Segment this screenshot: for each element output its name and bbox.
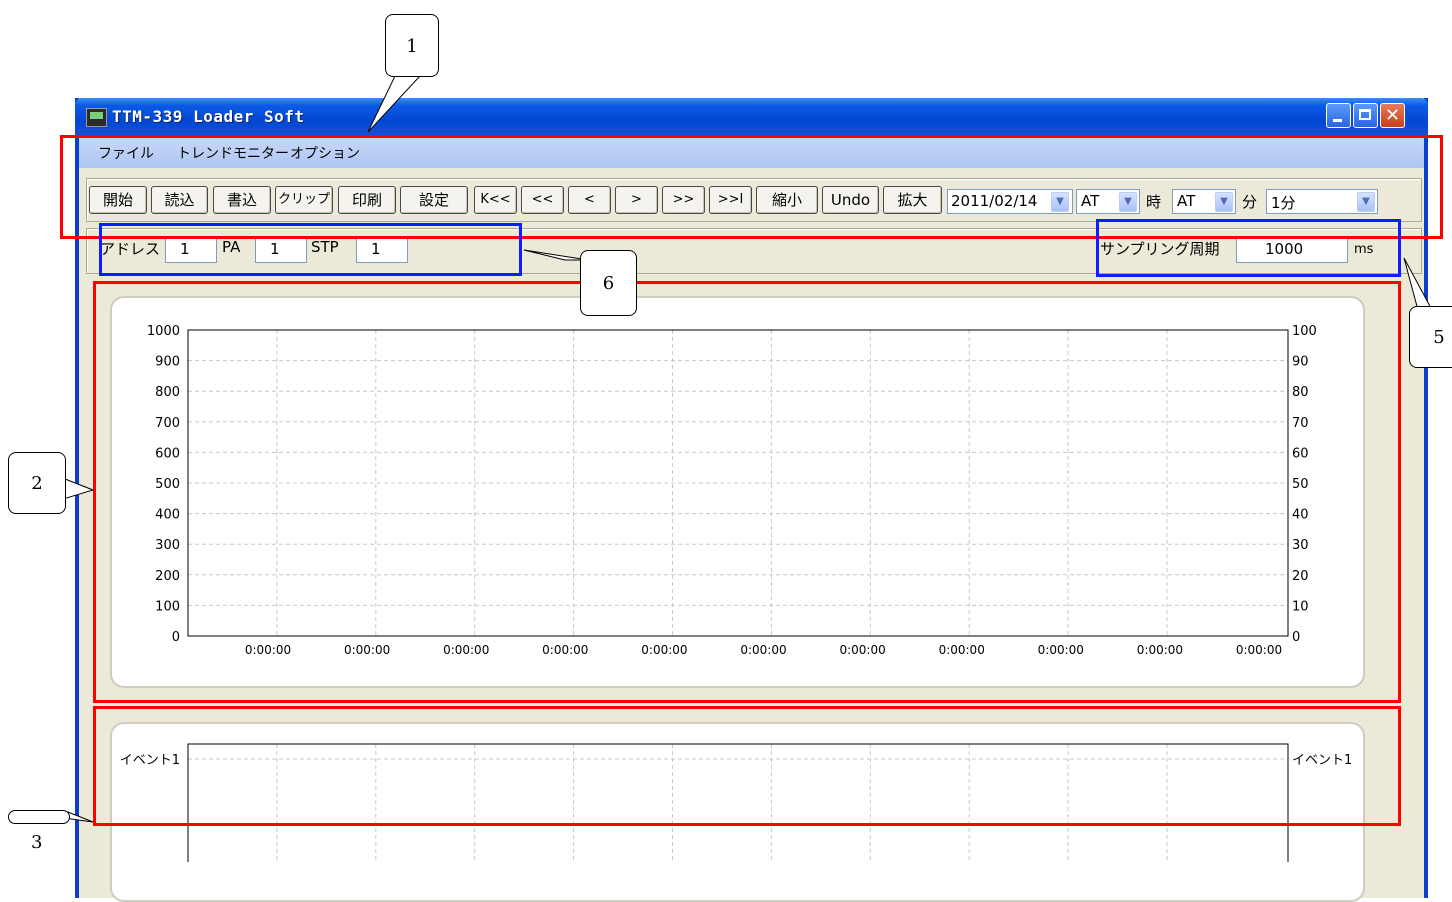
callout-1: 1 bbox=[385, 14, 439, 77]
callout-pointers bbox=[19, 75, 1433, 823]
callout-2: 2 bbox=[8, 452, 66, 514]
callout-3: 3 bbox=[31, 832, 43, 853]
callout-5: 5 bbox=[1409, 306, 1452, 368]
callout-6: 6 bbox=[580, 250, 637, 316]
callout-3-box bbox=[8, 810, 70, 824]
